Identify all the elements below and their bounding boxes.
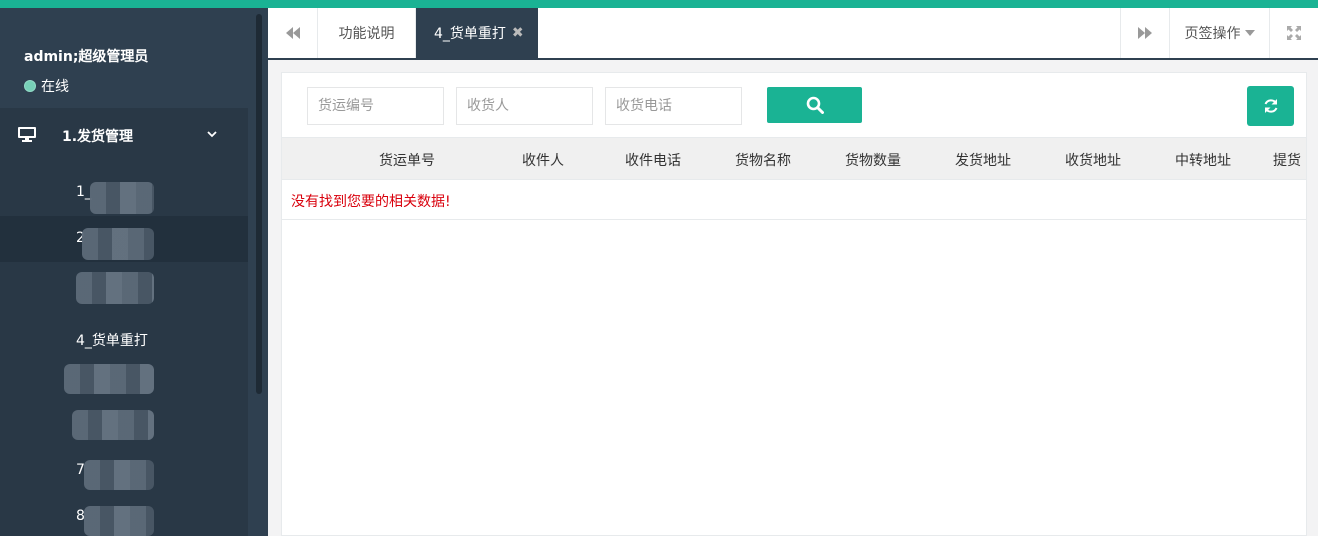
- caret-down-icon: [1244, 30, 1255, 36]
- redacted-label: [64, 364, 154, 394]
- tab-label: 4_货单重打: [434, 26, 506, 42]
- tabs-scroll-left-button[interactable]: [268, 8, 318, 58]
- column-header[interactable]: 中转地址: [1175, 150, 1231, 170]
- sidebar-menu: 1.发货管理 1_ 2 4_货单重打 7 8: [0, 108, 248, 536]
- redacted-label: [84, 460, 154, 490]
- tab-bar: 功能说明 4_货单重打 ✖ 页签操作: [268, 8, 1318, 60]
- tabs-scroll-right-button[interactable]: [1120, 8, 1170, 58]
- sidebar-subitem-2[interactable]: 2: [0, 216, 248, 262]
- page-ops-dropdown[interactable]: 页签操作: [1170, 8, 1270, 58]
- double-chevron-right-icon: [1138, 27, 1152, 39]
- column-header[interactable]: 收货地址: [1065, 150, 1121, 170]
- user-status-label: 在线: [41, 79, 69, 95]
- tab-reprint-waybill[interactable]: 4_货单重打 ✖: [416, 8, 538, 58]
- column-header[interactable]: 提货: [1273, 150, 1301, 170]
- chevron-down-icon: [207, 131, 217, 138]
- refresh-button[interactable]: [1247, 86, 1294, 126]
- sidebar-subitem-3[interactable]: [0, 262, 248, 308]
- search-icon: [806, 96, 824, 114]
- sidebar-subitem-label: 4_货单重打: [76, 333, 148, 349]
- online-status-dot-icon: [24, 80, 36, 92]
- sidebar-user-panel: admin;超级管理员 在线: [0, 8, 268, 108]
- fullscreen-button[interactable]: [1270, 8, 1318, 58]
- redacted-label: [76, 272, 154, 304]
- receiver-input[interactable]: [456, 87, 593, 125]
- sidebar: admin;超级管理员 在线 1.发货管理 1_ 2 4_货单重打 7 8: [0, 8, 268, 536]
- column-header[interactable]: 收件电话: [625, 150, 681, 170]
- sidebar-scrollbar[interactable]: [256, 14, 262, 394]
- sidebar-menu-shipping[interactable]: 1.发货管理: [0, 108, 248, 162]
- receiver-phone-input[interactable]: [605, 87, 742, 125]
- empty-message: 没有找到您要的相关数据!: [291, 194, 451, 210]
- column-header[interactable]: 货运单号: [379, 150, 435, 170]
- sidebar-menu-shipping-label: 1.发货管理: [62, 129, 134, 145]
- refresh-icon: [1264, 99, 1277, 113]
- search-button[interactable]: [767, 87, 862, 123]
- top-accent-bar: [0, 0, 1318, 8]
- expand-icon: [1287, 26, 1301, 40]
- user-name: admin;超级管理员: [24, 49, 149, 65]
- double-chevron-left-icon: [285, 27, 300, 39]
- table-header: 货运单号 收件人 收件电话 货物名称 货物数量 发货地址 收货地址 中转地址 提…: [282, 137, 1306, 180]
- redacted-label: [90, 182, 154, 214]
- redacted-label: [72, 410, 154, 440]
- tab-label: 功能说明: [338, 26, 395, 42]
- content-panel: 货运单号 收件人 收件电话 货物名称 货物数量 发货地址 收货地址 中转地址 提…: [281, 72, 1307, 536]
- sidebar-subitem-7[interactable]: 7: [0, 448, 248, 494]
- monitor-icon: [18, 127, 36, 142]
- sidebar-subitem-5[interactable]: [0, 356, 248, 402]
- table-empty-row: 没有找到您要的相关数据!: [282, 180, 1306, 220]
- sidebar-subitem-6[interactable]: [0, 402, 248, 448]
- column-header[interactable]: 货物数量: [845, 150, 901, 170]
- column-header[interactable]: 收件人: [522, 150, 564, 170]
- column-header[interactable]: 货物名称: [735, 150, 791, 170]
- redacted-label: [82, 228, 154, 260]
- column-header[interactable]: 发货地址: [955, 150, 1011, 170]
- tracking-number-input[interactable]: [307, 87, 444, 125]
- page-ops-label: 页签操作: [1184, 26, 1241, 42]
- sidebar-subitem-1[interactable]: 1_: [0, 170, 248, 216]
- close-icon[interactable]: ✖: [512, 25, 524, 41]
- tab-feature-description[interactable]: 功能说明: [318, 8, 416, 58]
- redacted-label: [84, 506, 154, 536]
- user-status: 在线: [24, 76, 69, 96]
- sidebar-subitem-8[interactable]: 8: [0, 494, 248, 536]
